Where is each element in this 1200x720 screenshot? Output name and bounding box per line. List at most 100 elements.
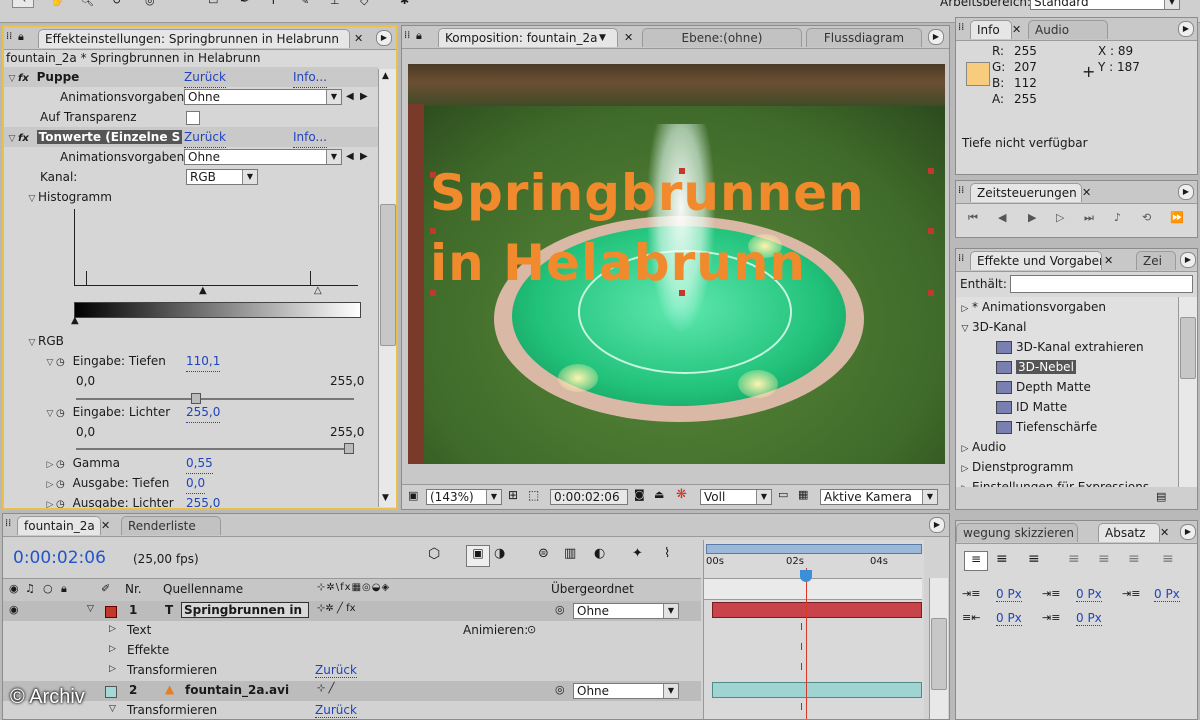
panel-menu-icon[interactable]: ▶ <box>928 29 944 45</box>
comp-title-line2[interactable]: in Helabrunn <box>430 234 806 292</box>
histogram-gamma-marker[interactable]: ▲ <box>199 285 207 296</box>
layer2-parent-dropdown[interactable]: Ohne ▼ <box>573 683 679 699</box>
stopwatch-icon[interactable]: ◷ <box>56 499 65 508</box>
camera-snapshot-icon[interactable]: ◙ <box>634 488 645 501</box>
fx-tree-item[interactable]: Depth Matte <box>956 377 1178 397</box>
scroll-down-icon[interactable]: ▼ <box>382 493 389 503</box>
draft-3d-icon[interactable]: ◑ <box>494 546 505 561</box>
audio-col-icon[interactable]: ♫ <box>25 582 35 595</box>
panel-menu-icon[interactable]: ▶ <box>929 517 945 533</box>
close-icon[interactable]: ✕ <box>1012 23 1021 36</box>
last-frame-icon[interactable]: ⏭ <box>1084 211 1094 225</box>
fx-search-input[interactable] <box>1010 275 1193 293</box>
lock-icon[interactable]: 🔒︎ <box>18 30 24 44</box>
layer-row-2[interactable]: 2 ▲ fountain_2a.avi ⊹ ╱ ◎ Ohne ▼ <box>3 681 701 701</box>
layer1-parent-dropdown[interactable]: Ohne ▼ <box>573 603 679 619</box>
expand-triangle-icon[interactable]: ▽ <box>26 333 38 353</box>
align-center-icon[interactable]: ≡ <box>996 551 1008 567</box>
quality-dropdown[interactable]: Voll ▼ <box>700 489 772 505</box>
zoom-dropdown[interactable]: (143%) ▼ <box>426 489 502 505</box>
text-bbox-handle[interactable] <box>928 228 934 234</box>
selection-tool-icon[interactable]: ↖ <box>12 0 34 8</box>
frame-blending-icon[interactable]: ▥ <box>564 546 576 561</box>
text-bbox-handle[interactable] <box>928 168 934 174</box>
close-icon[interactable]: ✕ <box>354 32 363 45</box>
tab-flussdiagramm[interactable]: Flussdiagram <box>806 28 922 47</box>
timeline-timecode[interactable]: 0:00:02:06 <box>13 548 106 568</box>
layer-row-1[interactable]: ◉ ▽ 1 T Springbrunnen in ⊹✲ ╱ fx ◎ Ohne ▼ <box>3 601 701 621</box>
fx-tree-item[interactable]: Tiefenschärfe <box>956 417 1178 437</box>
expand-triangle-icon[interactable]: ▷ <box>44 475 56 495</box>
panel-menu-icon[interactable]: ▶ <box>1180 524 1196 540</box>
chevron-down-icon[interactable]: ▼ <box>599 29 606 47</box>
prop-effekte-row[interactable]: ▷ Effekte <box>3 641 701 661</box>
tab-effect-controls[interactable]: Effekteinstellungen: Springbrunnen in He… <box>38 29 350 48</box>
fx-tree-item[interactable]: 3D-Kanal extrahieren <box>956 337 1178 357</box>
effects-scrollbar[interactable]: ▲ ▼ <box>378 69 396 507</box>
tonwerte-anim-dropdown[interactable]: Ohne ▼ <box>184 149 342 165</box>
first-frame-icon[interactable]: ⏮ <box>968 211 978 225</box>
play-icon[interactable]: ▶︎ <box>1028 211 1036 224</box>
fx-tree-item[interactable]: ▷ Audio <box>956 437 1178 457</box>
pickwhip-icon[interactable]: ◎ <box>555 603 565 616</box>
keyframe-marker[interactable]: I <box>800 642 803 653</box>
transparency-grid-icon[interactable]: ▦ <box>798 488 808 501</box>
animate-menu-icon[interactable]: ⊙ <box>527 623 536 636</box>
label-color-red[interactable] <box>105 606 117 618</box>
close-icon[interactable]: ✕ <box>1160 526 1169 539</box>
space-before-value[interactable]: 0 Px <box>1076 587 1102 602</box>
puppe-reset-link[interactable]: Zurück <box>184 67 226 88</box>
close-icon[interactable]: ✕ <box>1104 254 1113 267</box>
new-preset-icon[interactable]: ▤ <box>1156 490 1166 503</box>
work-area-bar[interactable] <box>706 544 922 554</box>
gamma-value[interactable]: 0,55 <box>186 453 213 474</box>
eye-icon[interactable]: ◉ <box>9 603 19 616</box>
next-frame-icon[interactable]: ▷ <box>1056 211 1064 224</box>
expand-triangle-icon[interactable]: ▷ <box>44 455 56 475</box>
justify-center-icon[interactable]: ≡ <box>1098 551 1110 567</box>
comp-viewer[interactable]: Springbrunnen in Helabrunn <box>408 64 945 464</box>
brainstorm-icon[interactable]: ✦ <box>632 546 643 561</box>
expand-triangle-icon[interactable]: ▷ <box>44 495 56 508</box>
graph-editor-icon[interactable]: ⌇ <box>664 546 670 561</box>
tab-effekte-vorgaben[interactable]: Effekte und Vorgaben <box>970 251 1102 270</box>
indent-left-value[interactable]: 0 Px <box>996 587 1022 602</box>
label-color-teal[interactable] <box>105 686 117 698</box>
expand-triangle-icon[interactable]: ▷ <box>958 299 972 319</box>
ausgabe-tiefen-value[interactable]: 0,0 <box>186 473 206 494</box>
eingabe-lichter-value[interactable]: 255,0 <box>186 402 221 423</box>
expand-triangle-icon[interactable]: ▽ <box>6 129 18 149</box>
live-update-icon[interactable]: ▣ <box>466 545 490 567</box>
stamp-tool-icon[interactable]: ⊥ <box>330 0 340 7</box>
first-line-indent-value[interactable]: 0 Px <box>996 611 1022 626</box>
stopwatch-icon[interactable]: ◷ <box>56 459 65 470</box>
pen-tool-icon[interactable]: ✒ <box>240 0 249 7</box>
tab-timeline-comp[interactable]: fountain_2a <box>17 516 101 535</box>
expand-triangle-icon[interactable]: ▷ <box>958 479 972 487</box>
tab-info[interactable]: Info <box>970 20 1012 39</box>
tab-ebene[interactable]: Ebene:(ohne) <box>642 28 802 47</box>
layer2-name[interactable]: fountain_2a.avi <box>185 683 289 697</box>
layer1-name[interactable]: Springbrunnen in <box>181 602 309 618</box>
loop-icon[interactable]: ⟲ <box>1142 211 1151 224</box>
eraser-tool-icon[interactable]: ◇ <box>360 0 368 7</box>
comp-mini-flowchart-icon[interactable]: ⬡ <box>428 546 440 562</box>
eye-icon[interactable]: ◉ <box>9 582 19 595</box>
rect-tool-icon[interactable]: ▭ <box>208 0 218 7</box>
region-of-interest-icon[interactable]: ▭ <box>778 488 788 501</box>
expand-triangle-icon[interactable]: ▷ <box>958 459 972 479</box>
solo-icon[interactable]: ○ <box>43 582 53 595</box>
space-after-value[interactable]: 0 Px <box>1076 611 1102 626</box>
text-bbox-handle[interactable] <box>928 290 934 296</box>
tab-composition[interactable]: Komposition: fountain_2a ▼ <box>438 28 618 47</box>
tab-audio[interactable]: Audio <box>1028 20 1108 39</box>
stopwatch-icon[interactable]: ◷ <box>56 479 65 490</box>
safe-zones-icon[interactable]: ⊞ <box>508 488 518 502</box>
snapshot-icon[interactable]: ▣ <box>408 489 418 502</box>
justify-all-icon[interactable]: ≡ <box>1162 551 1174 567</box>
transparenz-checkbox[interactable] <box>186 111 200 125</box>
ausgabe-lichter-value[interactable]: 255,0 <box>186 493 220 508</box>
scroll-thumb[interactable] <box>931 618 947 690</box>
prev-preset-icon[interactable]: ◀ <box>346 87 354 107</box>
eingabe-tiefen-value[interactable]: 110,1 <box>186 351 221 372</box>
